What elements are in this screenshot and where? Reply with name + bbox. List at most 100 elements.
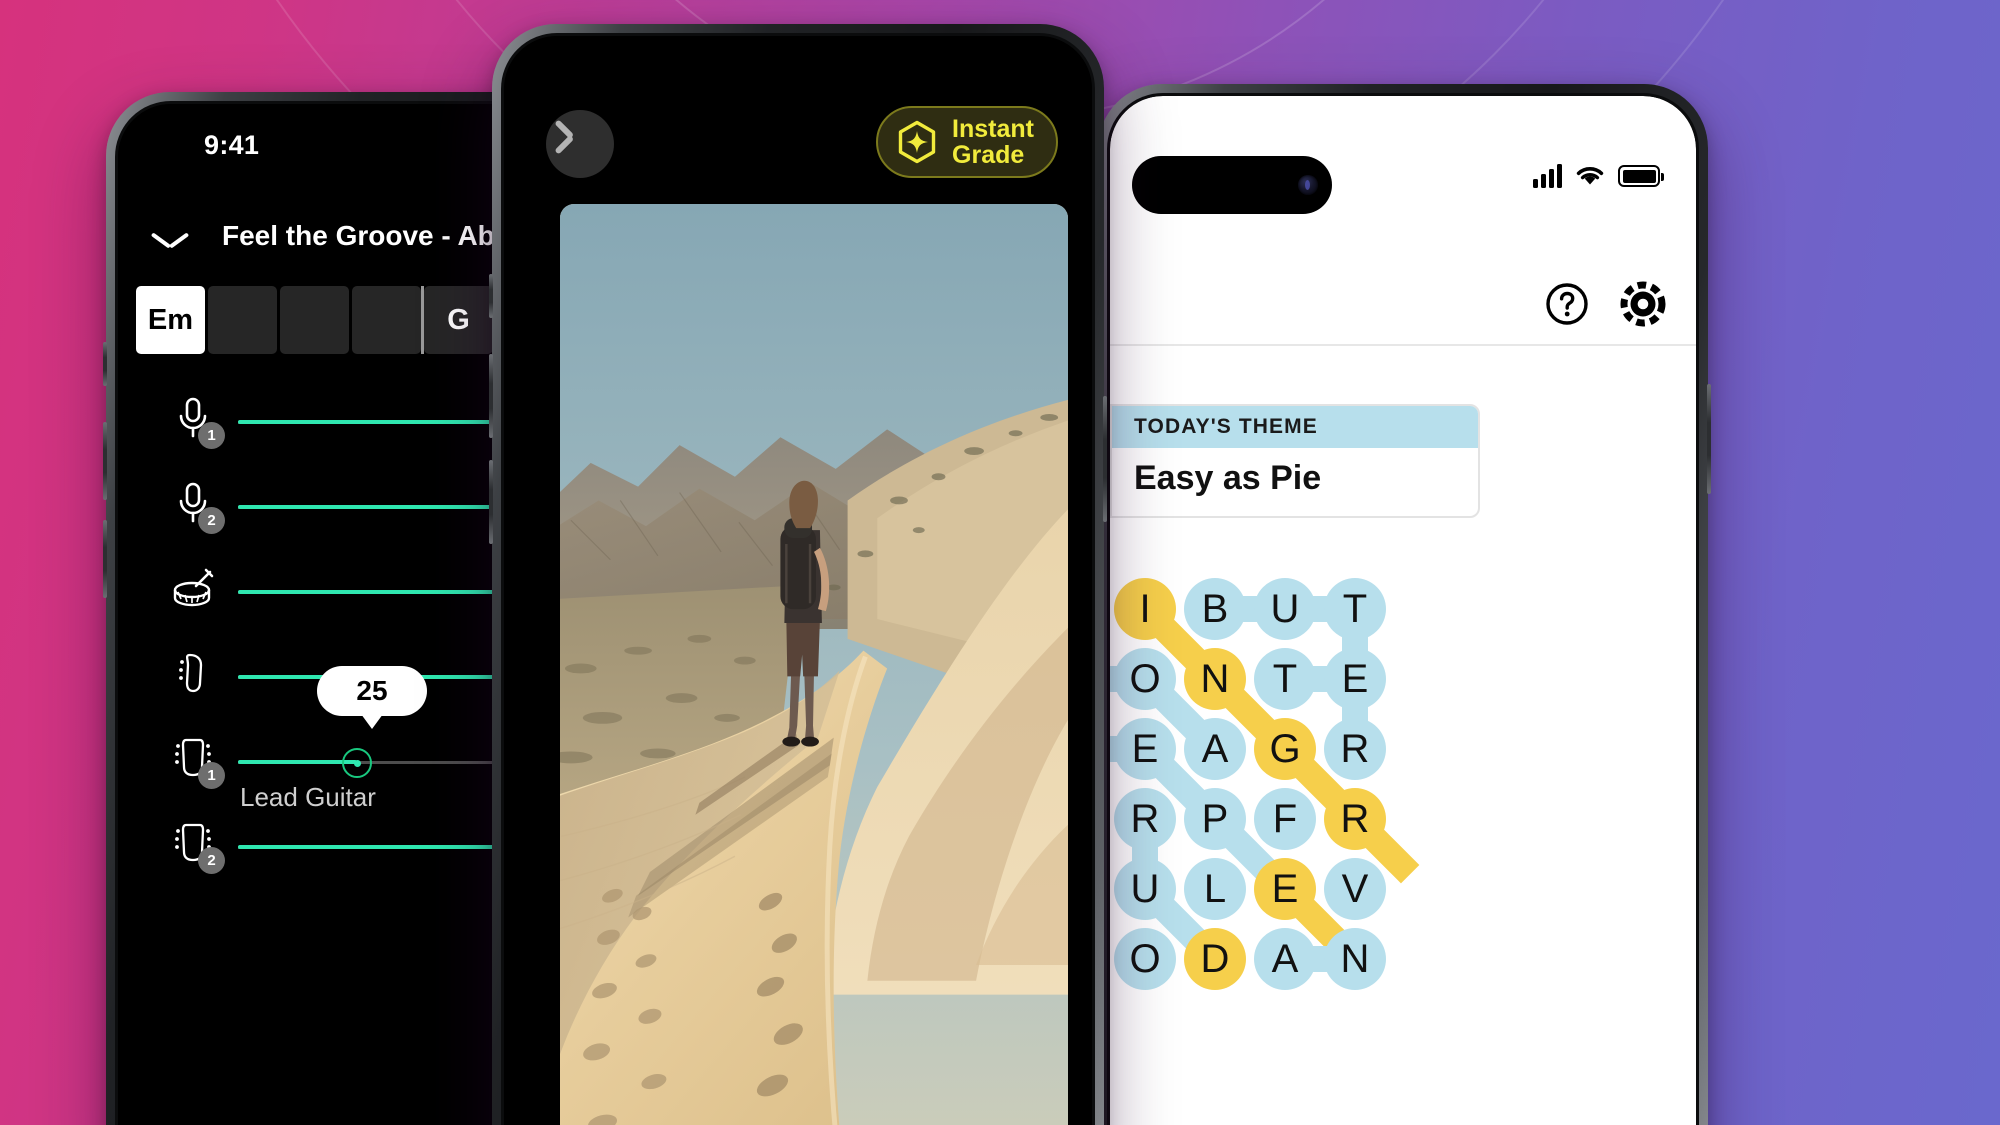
bass-headstock-icon [170, 649, 216, 695]
instant-grade-button[interactable]: Instant Grade [876, 106, 1058, 178]
word-grid-cell[interactable]: R [1320, 784, 1420, 884]
word-grid-cell[interactable]: A [1180, 714, 1250, 784]
dune-hiker-photo [560, 204, 1068, 1125]
word-grid-letter: D [1200, 936, 1230, 981]
track-number-badge: 2 [198, 847, 225, 874]
power-button[interactable] [1103, 396, 1107, 522]
word-grid-cell[interactable]: N [1180, 644, 1280, 744]
word-grid-letter: R [1340, 726, 1370, 771]
right-phone-screen: TODAY'S THEME Easy as Pie IBUTONTEEAGRRP… [1110, 96, 1696, 1125]
word-grid-cell[interactable]: L [1180, 854, 1250, 924]
word-grid-cell[interactable]: T [1320, 574, 1390, 679]
word-grid-letter: A [1201, 726, 1229, 771]
volume-down-button[interactable] [103, 520, 107, 598]
app-toolbar [1544, 281, 1666, 327]
word-grid-cell[interactable]: R [1320, 714, 1390, 784]
word-grid-letter: U [1270, 586, 1300, 631]
word-grid-letter: U [1130, 866, 1160, 911]
battery-icon [1618, 165, 1664, 187]
right-phone-device: TODAY'S THEME Easy as Pie IBUTONTEEAGRRP… [1098, 84, 1711, 1125]
volume-up-button[interactable] [489, 354, 493, 438]
word-grid-cell[interactable]: E [1110, 714, 1210, 814]
word-grid-cell[interactable]: T [1250, 644, 1355, 714]
word-grid-cell[interactable]: D [1180, 924, 1250, 994]
slider-fill [238, 760, 357, 764]
word-grid-letter: N [1340, 936, 1370, 981]
word-grid-cell[interactable]: R [1110, 784, 1180, 889]
word-grid-letter: P [1201, 796, 1229, 841]
photo-preview[interactable] [560, 204, 1068, 1125]
word-grid-letter: E [1271, 866, 1299, 911]
word-grid-cell[interactable]: N [1320, 924, 1390, 994]
center-phone-device: Instant Grade [489, 24, 1107, 1125]
wifi-icon [1576, 167, 1604, 185]
chord-cell[interactable]: Em [136, 286, 205, 354]
chord-label: Em [147, 303, 194, 336]
mute-switch[interactable] [103, 342, 107, 386]
word-grid-letter: R [1340, 796, 1370, 841]
chord-label: G [447, 303, 470, 336]
chevron-down-icon[interactable] [152, 230, 188, 250]
word-grid-letter: R [1130, 796, 1160, 841]
dynamic-island [306, 134, 496, 178]
track-number-badge: 1 [198, 422, 225, 449]
sparkle-hexagon-icon [898, 120, 936, 164]
word-grid-letter: T [1272, 656, 1298, 701]
word-grid-letter: E [1131, 726, 1159, 771]
gear-icon[interactable] [1620, 281, 1666, 327]
status-time: 9:41 [204, 130, 260, 160]
word-grid-letter: T [1342, 586, 1368, 631]
chord-cell[interactable] [280, 286, 349, 354]
word-grid-cell[interactable]: G [1250, 714, 1350, 814]
word-grid-cell[interactable]: B [1180, 574, 1285, 644]
word-grid-letter: B [1201, 586, 1229, 631]
cellular-signal-icon [1533, 164, 1562, 188]
volume-down-button[interactable] [489, 460, 493, 544]
word-grid-row: I BUT [1110, 574, 1460, 679]
chord-cell[interactable] [208, 286, 277, 354]
power-button[interactable] [1707, 384, 1711, 494]
track-number-badge: 1 [198, 762, 225, 789]
word-grid-letter: O [1129, 936, 1161, 981]
status-bar-icons [1533, 164, 1664, 188]
instant-grade-label: Instant Grade [952, 114, 1034, 169]
word-grid-letter: V [1341, 866, 1369, 911]
track-number-badge: 2 [198, 507, 225, 534]
front-camera-lens [1298, 175, 1318, 195]
word-grid-cell[interactable]: U [1250, 574, 1355, 644]
word-grid-cell[interactable]: A [1250, 924, 1355, 994]
chord-cell[interactable]: G [421, 286, 493, 354]
theme-card-title: Easy as Pie [1134, 459, 1322, 497]
theme-card: TODAY'S THEME Easy as Pie [1110, 404, 1480, 518]
word-grid-cell[interactable]: O [1110, 644, 1210, 744]
word-grid-cell[interactable]: U [1110, 854, 1210, 954]
back-button[interactable] [546, 110, 614, 178]
word-grid-cell[interactable]: V [1320, 854, 1390, 924]
word-grid-letter: N [1200, 656, 1230, 701]
slider-thumb[interactable] [342, 748, 372, 778]
word-grid-cell[interactable]: I [1110, 574, 1210, 674]
word-grid-cell[interactable]: P [1180, 784, 1280, 884]
word-grid-letter: L [1203, 866, 1227, 911]
word-grid-letter: G [1269, 726, 1301, 771]
word-grid-letter: E [1341, 656, 1369, 701]
word-grid-row: ONTE [1110, 644, 1460, 749]
toolbar-divider [1110, 344, 1696, 346]
word-search-grid[interactable]: IBUTONTEEAGRRPFRULEVODAN [1110, 574, 1460, 994]
word-grid-row: ODAN [1110, 924, 1460, 994]
dynamic-island [706, 106, 892, 150]
word-grid-letter: F [1272, 796, 1298, 841]
word-grid-cell[interactable]: O [1110, 924, 1180, 994]
volume-up-button[interactable] [103, 422, 107, 500]
chevron-left-icon [570, 127, 590, 161]
word-grid-cell[interactable]: E [1250, 854, 1350, 954]
word-grid-cell[interactable]: E [1320, 644, 1390, 749]
word-grid-row: EAGR [1110, 714, 1460, 814]
mute-switch[interactable] [489, 274, 493, 318]
theme-card-eyebrow: TODAY'S THEME [1112, 406, 1478, 448]
help-circle-icon[interactable] [1544, 281, 1590, 327]
dynamic-island [1132, 156, 1332, 214]
slider-value-tooltip: 25 [317, 666, 427, 729]
word-grid-cell[interactable]: F [1250, 784, 1320, 854]
chord-cell[interactable] [352, 286, 421, 354]
